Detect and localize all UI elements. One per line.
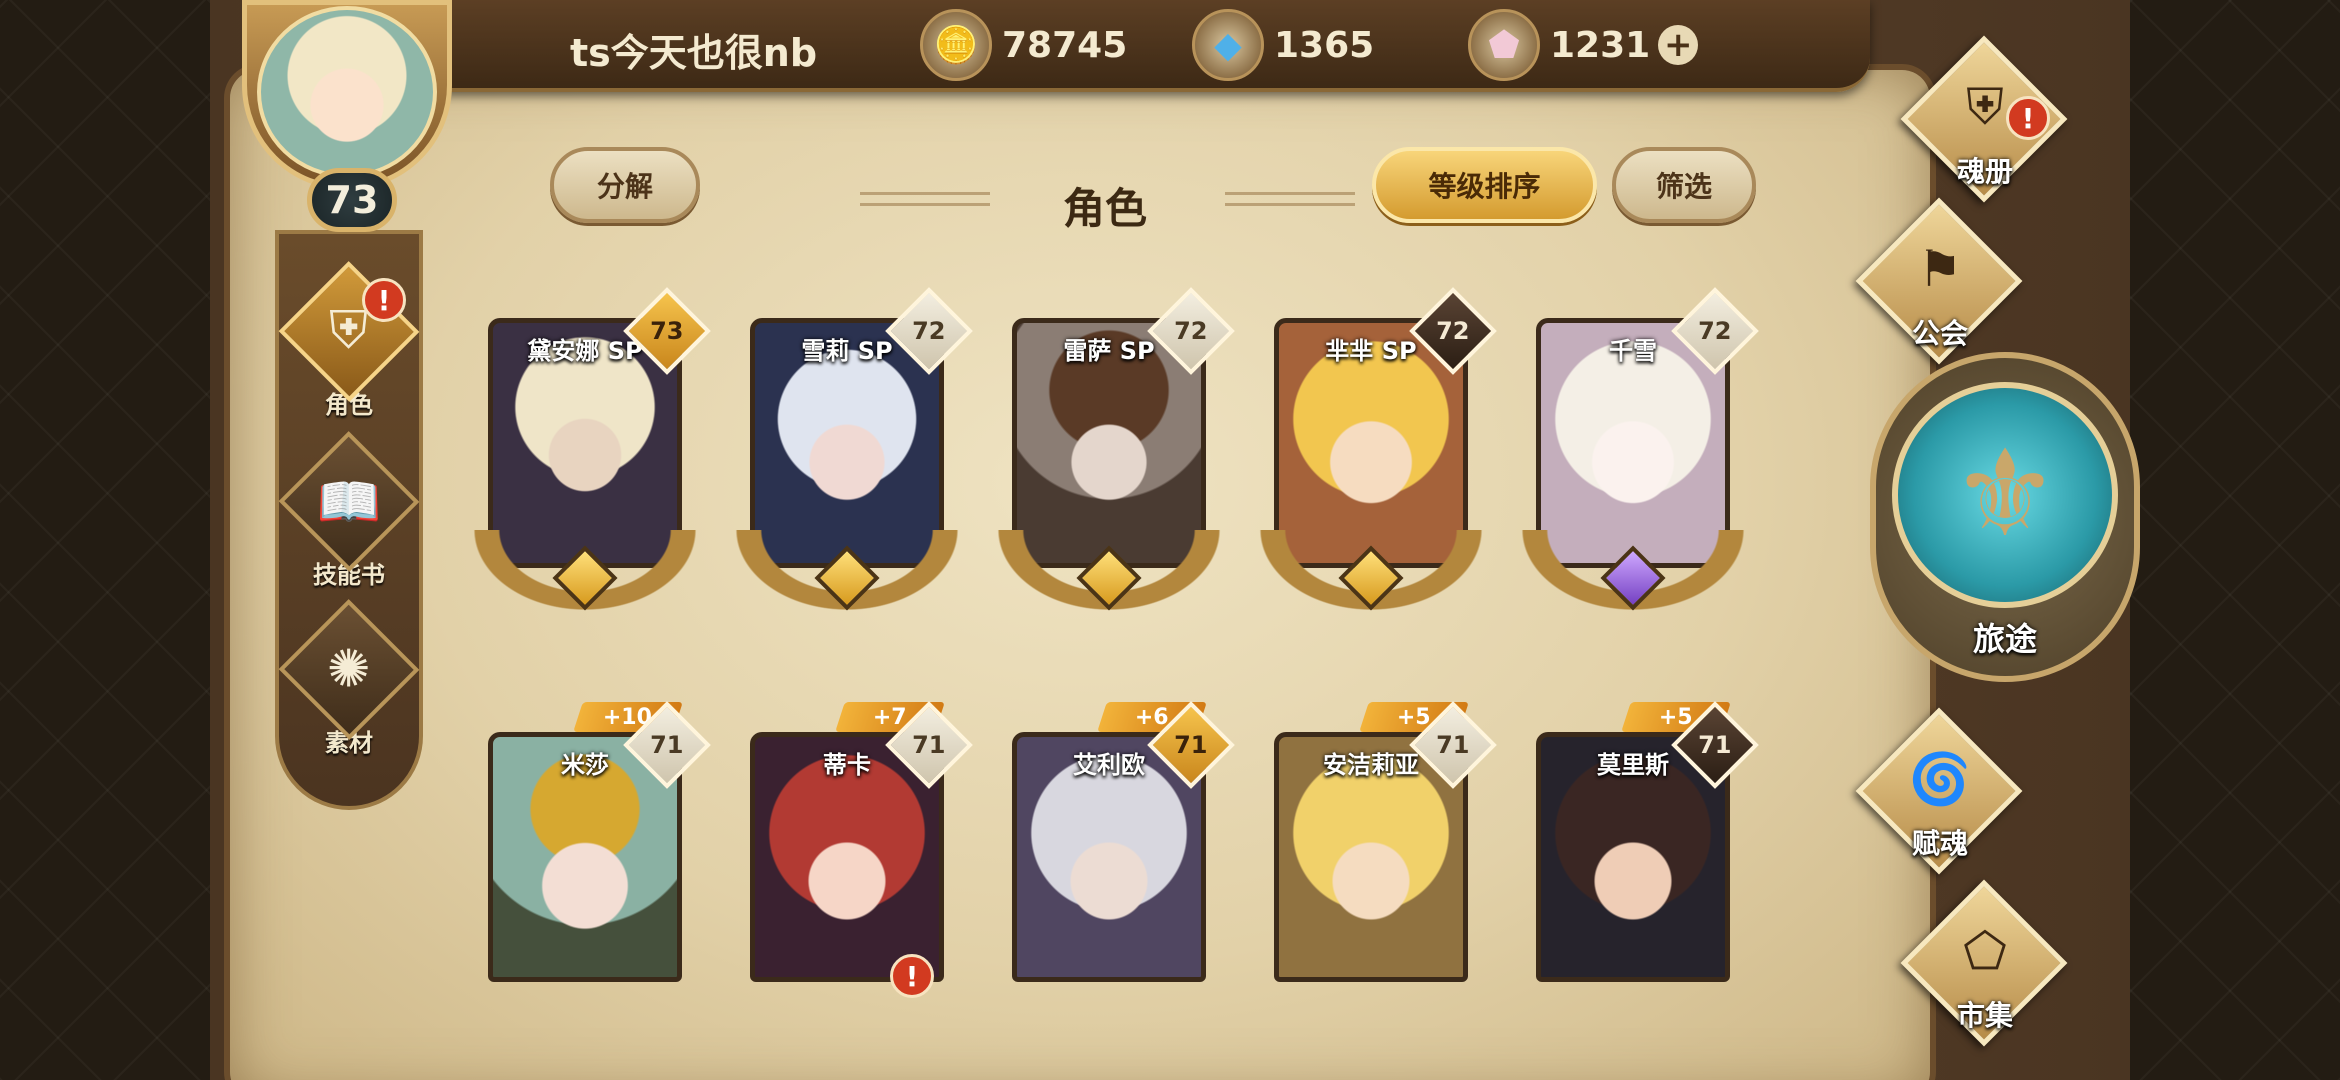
title-ornament-right (1225, 192, 1355, 206)
nav-guild-button[interactable]: ⚑ 公会 (1845, 197, 2035, 365)
skill-book-icon: 📖 (316, 472, 382, 532)
avatar[interactable] (257, 6, 437, 178)
nav-label: 公会 (1911, 317, 1968, 350)
gold-value: 78745 (1002, 24, 1128, 66)
title-ornament-left (860, 192, 990, 206)
currency-gold: 🪙 78745 (920, 9, 1128, 81)
character-card[interactable]: +7 蒂卡 71 ! (740, 701, 973, 1032)
material-icon: ✺ (327, 639, 371, 700)
crystal-value: 1365 (1274, 24, 1375, 66)
nav-endow-button[interactable]: 🌀 赋魂 (1845, 707, 2035, 875)
nav-label: 赋魂 (1911, 827, 1968, 860)
character-card[interactable]: 芈芈 SP 72 (1246, 287, 1497, 620)
nav-label: 魂册 (1956, 155, 2013, 188)
blue-crystal-icon: ◆ (1192, 9, 1264, 81)
character-card[interactable]: 雷萨 SP 72 (984, 287, 1235, 620)
journey-emblem-icon: ⚜ (1892, 382, 2118, 608)
market-gem-icon: ⬠ (1963, 922, 2007, 980)
soul-book-icon: ⛨ (1966, 78, 2004, 136)
character-card[interactable]: 千雪 72 (1508, 287, 1759, 620)
sort-by-level-button[interactable]: 等级排序 (1372, 147, 1597, 223)
player-name: ts今天也很nb (570, 31, 818, 75)
nav-soul-book-button[interactable]: ⛨ 魂册 (1890, 35, 2080, 203)
soul-book-alert-badge: ! (2006, 96, 2050, 140)
character-card[interactable]: +6 艾利欧 71 (1002, 701, 1235, 1032)
character-card[interactable]: +5 安洁莉亚 71 (1264, 701, 1497, 1032)
pink-gem-icon: ⬟ (1468, 9, 1540, 81)
nav-label: 市集 (1956, 999, 2013, 1032)
character-card[interactable]: +10 米莎 71 (478, 701, 711, 1032)
decompose-button[interactable]: 分解 (550, 147, 700, 223)
background-right (2120, 0, 2340, 1080)
sidebar-item-skill-books[interactable]: 📖 技能书 (278, 431, 420, 590)
character-card[interactable]: 雪莉 SP 72 (722, 287, 973, 620)
journey-label: 旅途 (1972, 620, 2037, 658)
rank-emblem-icon (1598, 545, 1668, 611)
filter-button[interactable]: 筛选 (1612, 147, 1756, 223)
rank-emblem-icon (1074, 545, 1144, 611)
rank-emblem-icon (1336, 545, 1406, 611)
endow-swirl-icon: 🌀 (1908, 750, 1972, 808)
gold-coin-icon: 🪙 (920, 9, 992, 81)
player-level-badge: 73 (307, 168, 397, 232)
sidebar-item-materials[interactable]: ✺ 素材 (278, 599, 420, 758)
character-card[interactable]: +5 莫里斯 71 (1526, 701, 1759, 1032)
guild-flag-icon: ⚑ (1917, 240, 1963, 298)
card-alert-badge: ! (890, 954, 934, 998)
nav-market-button[interactable]: ⬠ 市集 (1890, 879, 2080, 1047)
currency-crystal: ◆ 1365 (1192, 9, 1375, 81)
helmet-icon: ⛨ (329, 300, 369, 361)
rank-emblem-icon (812, 545, 882, 611)
character-card[interactable]: 黛安娜 SP 73 (460, 287, 711, 620)
rank-emblem-icon (550, 545, 620, 611)
background-left (0, 0, 215, 1080)
player-avatar-block[interactable]: 73 (212, 0, 484, 240)
currency-gem[interactable]: ⬟ 1231 + (1468, 9, 1699, 81)
page-title: 角色 (1062, 184, 1147, 233)
gem-value: 1231 (1550, 24, 1651, 66)
add-gem-button[interactable]: + (1658, 25, 1699, 65)
journey-button[interactable]: ⚜ 旅途 (1870, 352, 2140, 692)
characters-alert-badge: ! (362, 278, 406, 322)
